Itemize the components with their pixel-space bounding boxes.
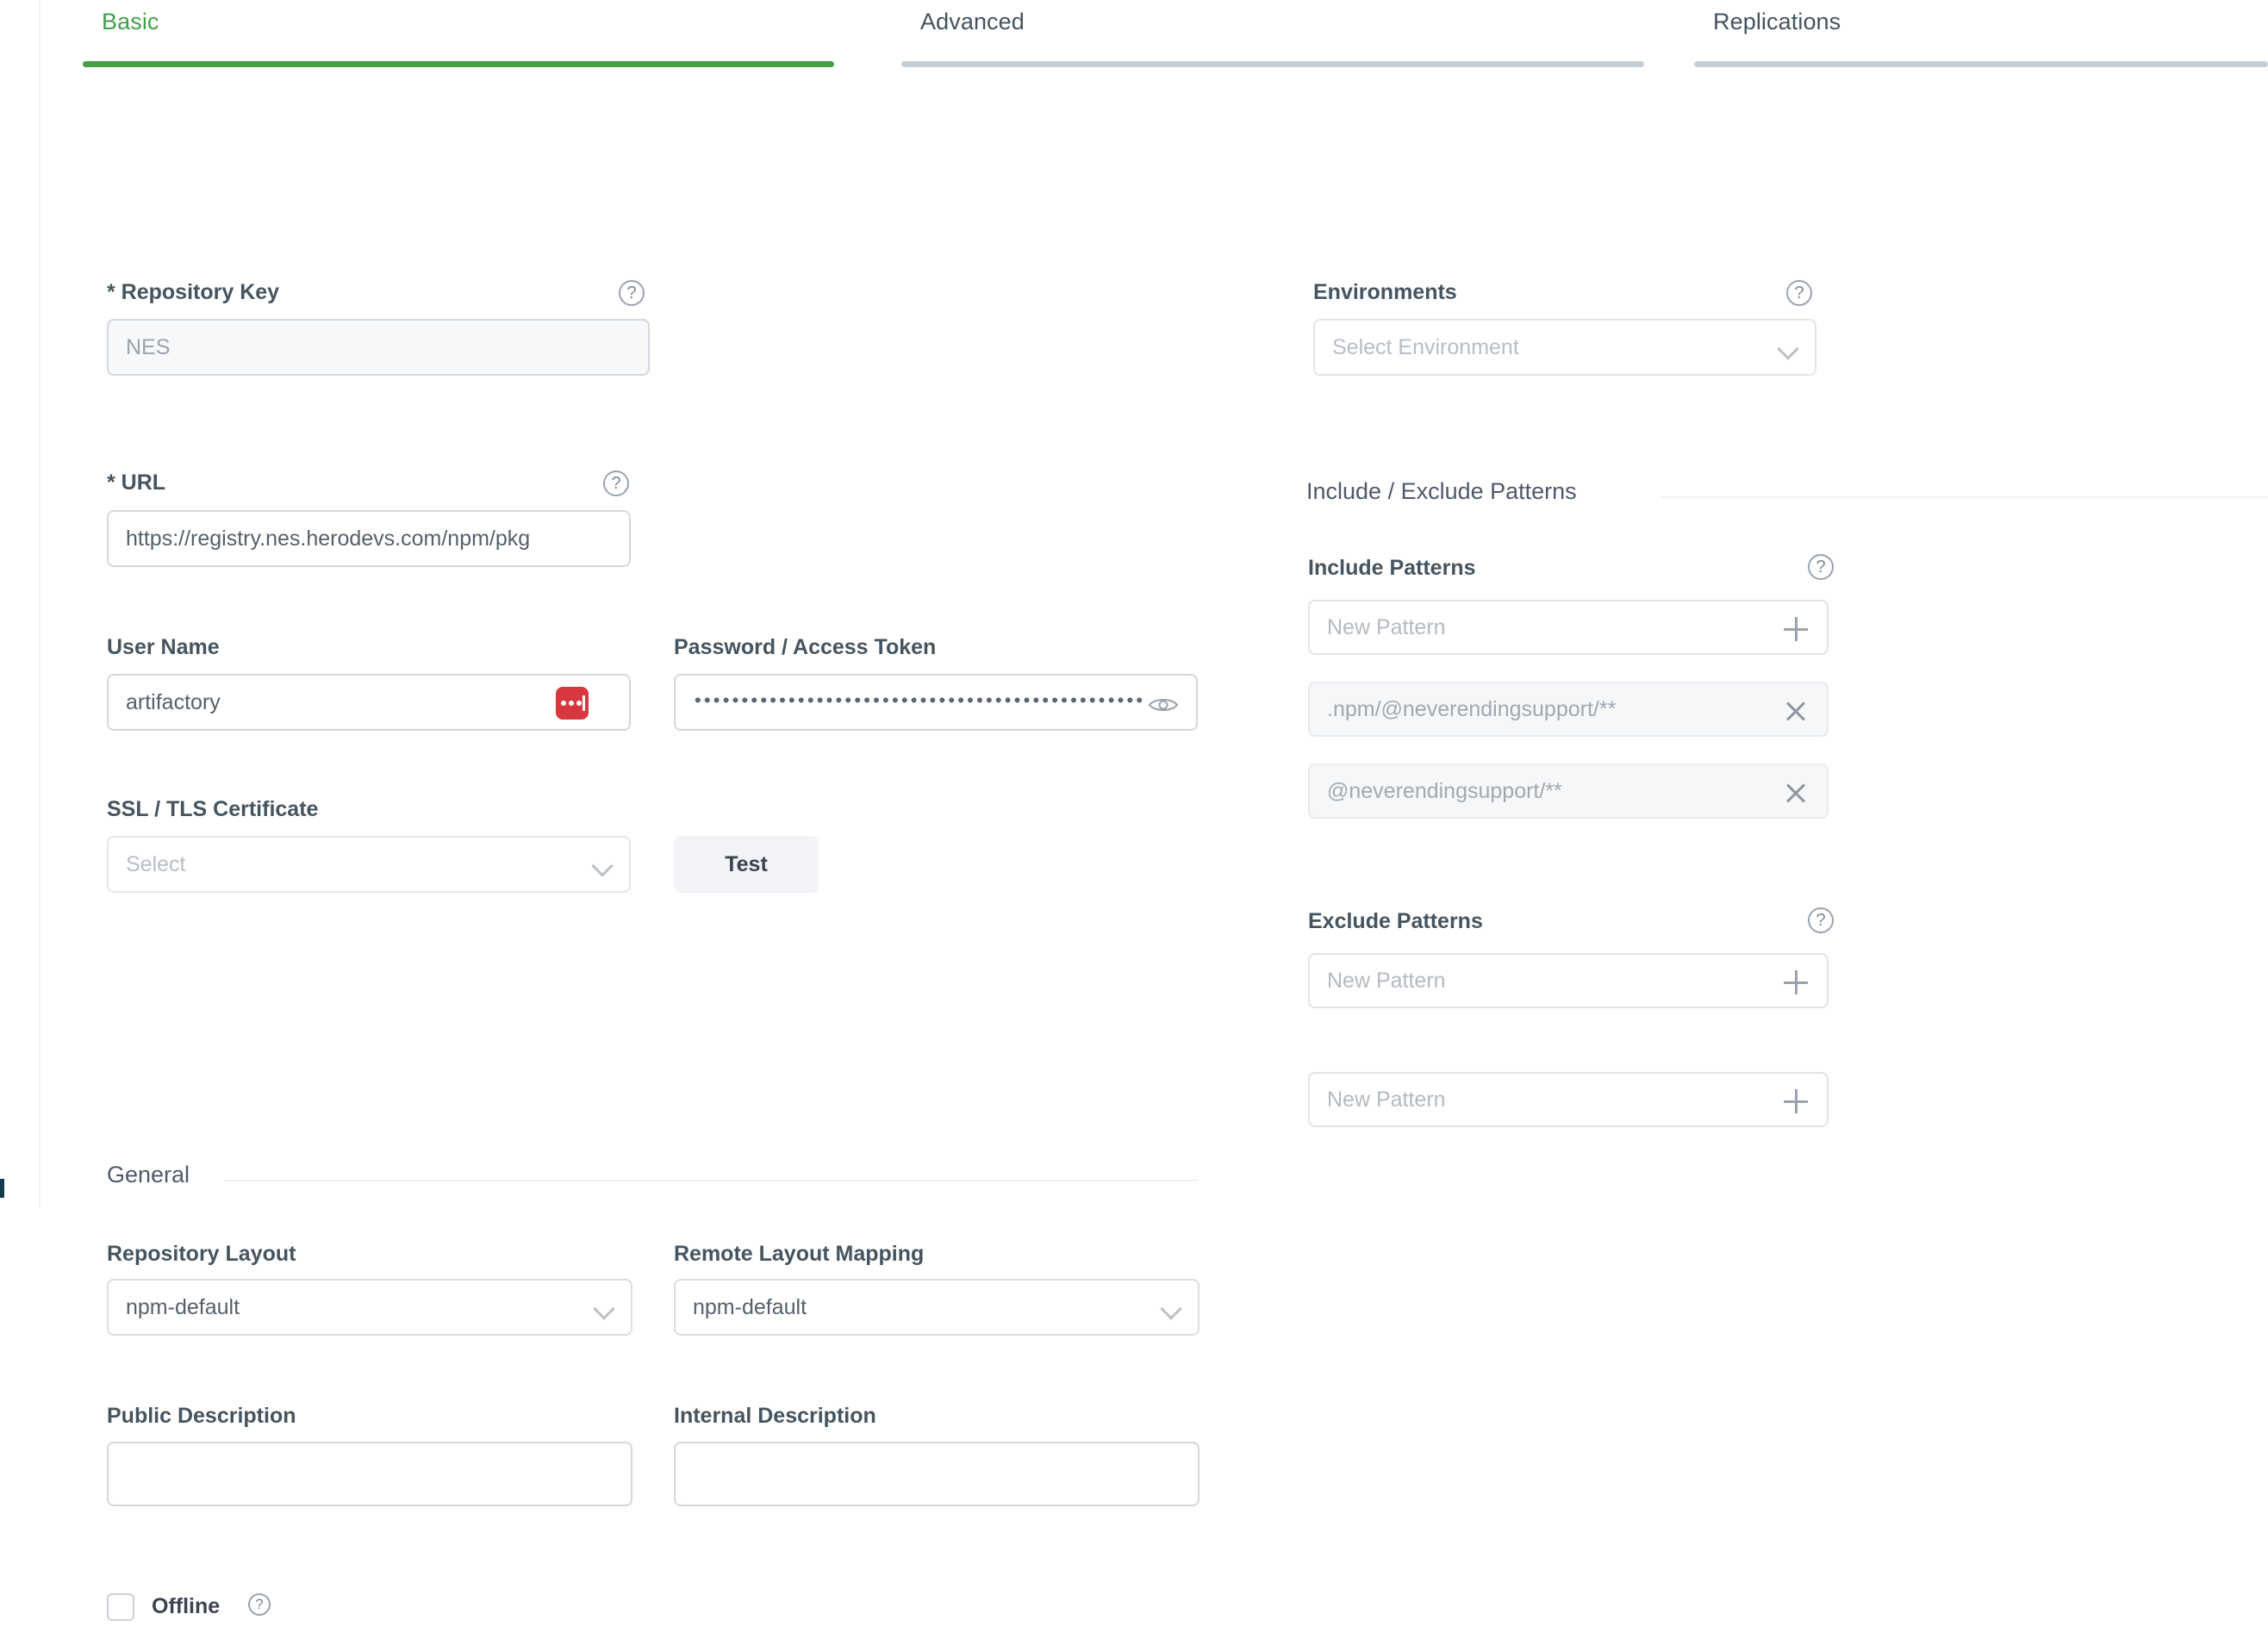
environments-help-icon[interactable]: ? — [1786, 280, 1812, 306]
tab-advanced[interactable]: Advanced — [901, 0, 1644, 67]
remove-include-pattern-icon[interactable] — [1784, 781, 1808, 805]
url-label: * URL — [107, 471, 165, 495]
include-pattern-new-input[interactable]: New Pattern — [1308, 600, 1829, 655]
password-manager-icon[interactable] — [556, 687, 589, 720]
tab-replications-label: Replications — [1713, 9, 1841, 35]
offline-checkbox[interactable] — [107, 1593, 134, 1621]
include-pattern-row[interactable]: .npm/@neverendingsupport/** — [1308, 682, 1829, 737]
offline-help-icon[interactable]: ? — [248, 1593, 271, 1616]
tab-advanced-underline — [901, 61, 1644, 67]
tab-replications[interactable]: Replications — [1694, 0, 2268, 67]
repository-key-label: * Repository Key — [107, 280, 279, 305]
user-name-label: User Name — [107, 635, 220, 660]
remote-layout-mapping-label: Remote Layout Mapping — [674, 1242, 924, 1267]
ssl-tls-certificate-select[interactable]: Select — [107, 836, 631, 893]
ssl-tls-certificate-value: Select — [126, 852, 185, 876]
chevron-down-icon — [596, 1301, 614, 1318]
exclude-pattern-new-input[interactable]: New Pattern — [1308, 1072, 1829, 1127]
include-pattern-row[interactable]: @neverendingsupport/** — [1308, 763, 1829, 819]
repository-layout-label: Repository Layout — [107, 1242, 296, 1267]
tab-bar: Basic Advanced Replications — [0, 0, 2268, 67]
exclude-pattern-new-placeholder: New Pattern — [1327, 969, 1446, 993]
repository-layout-select[interactable]: npm-default — [107, 1279, 632, 1336]
include-pattern-value: .npm/@neverendingsupport/** — [1327, 697, 1616, 721]
include-patterns-label: Include Patterns — [1308, 556, 1476, 581]
environments-label: Environments — [1313, 280, 1457, 305]
include-exclude-patterns-rule — [1661, 496, 2268, 498]
tab-advanced-label: Advanced — [920, 9, 1025, 35]
exclude-pattern-new-placeholder: New Pattern — [1327, 1087, 1446, 1112]
general-section-rule — [224, 1180, 1198, 1181]
repository-layout-value: npm-default — [126, 1295, 240, 1319]
exclude-patterns-label: Exclude Patterns — [1308, 909, 1483, 934]
internal-description-label: Internal Description — [674, 1404, 876, 1429]
environments-value: Select Environment — [1332, 335, 1519, 359]
internal-description-textarea[interactable] — [674, 1442, 1199, 1506]
chevron-down-icon — [595, 858, 612, 876]
include-pattern-new-placeholder: New Pattern — [1327, 615, 1446, 639]
remove-include-pattern-icon[interactable] — [1784, 699, 1808, 723]
tab-basic[interactable]: Basic — [83, 0, 834, 67]
user-name-input[interactable]: artifactory — [107, 674, 631, 731]
toggle-password-visibility-icon[interactable] — [1148, 695, 1179, 715]
url-input[interactable]: https://registry.nes.herodevs.com/npm/pk… — [107, 510, 631, 567]
public-description-textarea[interactable] — [107, 1442, 632, 1506]
chevron-down-icon — [1163, 1301, 1181, 1318]
general-section-title: General — [107, 1162, 190, 1188]
url-help-icon[interactable]: ? — [603, 471, 629, 496]
exclude-patterns-help-icon[interactable]: ? — [1808, 907, 1834, 933]
public-description-label: Public Description — [107, 1404, 296, 1429]
environments-select[interactable]: Select Environment — [1313, 319, 1816, 376]
test-button[interactable]: Test — [674, 836, 819, 893]
add-include-pattern-icon[interactable] — [1784, 617, 1808, 641]
repository-key-input[interactable]: NES — [107, 319, 650, 376]
chevron-down-icon — [1780, 341, 1798, 358]
tab-replications-underline — [1694, 61, 2268, 67]
include-pattern-value: @neverendingsupport/** — [1327, 779, 1562, 803]
offline-label: Offline — [152, 1594, 220, 1619]
tab-basic-underline — [83, 61, 834, 67]
tab-basic-label: Basic — [102, 9, 159, 35]
add-exclude-pattern-icon[interactable] — [1784, 970, 1808, 994]
remote-layout-mapping-value: npm-default — [693, 1295, 807, 1319]
left-rail-divider — [39, 0, 40, 1206]
include-exclude-patterns-title: Include / Exclude Patterns — [1306, 478, 1577, 505]
left-rail — [0, 0, 40, 1639]
add-exclude-pattern-icon[interactable] — [1784, 1089, 1808, 1113]
remote-layout-mapping-select[interactable]: npm-default — [674, 1279, 1199, 1336]
password-masked-value: ••••••••••••••••••••••••••••••••••••••••… — [695, 689, 1143, 712]
left-rail-marker — [0, 1179, 4, 1198]
exclude-pattern-new-input[interactable]: New Pattern — [1308, 953, 1829, 1008]
include-patterns-help-icon[interactable]: ? — [1808, 554, 1834, 580]
repository-key-help-icon[interactable]: ? — [619, 280, 645, 306]
ssl-tls-certificate-label: SSL / TLS Certificate — [107, 797, 318, 822]
password-label: Password / Access Token — [674, 635, 936, 660]
